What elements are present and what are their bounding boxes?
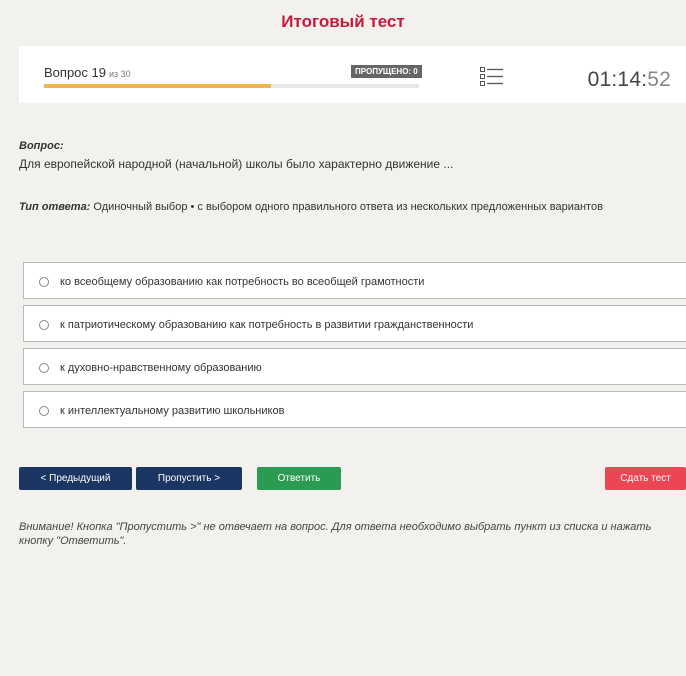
answer-option[interactable]: к патриотическому образованию как потреб… — [23, 305, 686, 342]
skip-button[interactable]: Пропустить > — [136, 467, 242, 490]
question-total: из 30 — [108, 69, 131, 79]
radio-button[interactable] — [39, 406, 49, 416]
question-list-icon[interactable] — [480, 66, 504, 88]
progress-panel: Вопрос 19 из 30 ПРОПУЩЕНО: 0 01:14:52 — [19, 46, 686, 103]
progress-bar-fill — [44, 84, 271, 88]
timer-seconds: 52 — [647, 68, 671, 91]
skipped-badge: ПРОПУЩЕНО: 0 — [351, 65, 422, 78]
answer-type-caption: Тип ответа: — [19, 201, 91, 213]
answer-option[interactable]: ко всеобщему образованию как потребность… — [23, 262, 686, 299]
finish-test-button[interactable]: Сдать тест — [605, 467, 686, 490]
answer-option[interactable]: к интеллектуальному развитию школьников — [23, 391, 686, 428]
timer: 01:14:52 — [588, 68, 671, 92]
answer-option-label: ко всеобщему образованию как потребность… — [60, 276, 425, 288]
answer-button[interactable]: Ответить — [257, 467, 341, 490]
question-counter: Вопрос 19 из 30 — [44, 65, 131, 80]
answer-option-label: к духовно-нравственному образованию — [60, 362, 262, 374]
answer-options: ко всеобщему образованию как потребность… — [23, 262, 686, 434]
question-text: Для европейской народной (начальной) шко… — [19, 157, 454, 171]
radio-button[interactable] — [39, 363, 49, 373]
answer-type: Тип ответа: Одиночный выбор • с выбором … — [19, 201, 603, 213]
question-number: Вопрос 19 — [44, 65, 106, 80]
radio-button[interactable] — [39, 320, 49, 330]
answer-option[interactable]: к духовно-нравственному образованию — [23, 348, 686, 385]
previous-button[interactable]: < Предыдущий — [19, 467, 132, 490]
radio-button[interactable] — [39, 277, 49, 287]
answer-option-label: к интеллектуальному развитию школьников — [60, 405, 285, 417]
answer-option-label: к патриотическому образованию как потреб… — [60, 319, 474, 331]
answer-type-value: Одиночный выбор • с выбором одного прави… — [93, 201, 603, 213]
question-caption: Вопрос: — [19, 140, 64, 152]
notice-text: Внимание! Кнопка "Пропустить >" не отвеч… — [19, 521, 652, 547]
timer-main: 01:14: — [587, 68, 648, 91]
progress-bar — [44, 84, 419, 88]
page-title: Итоговый тест — [281, 12, 405, 31]
